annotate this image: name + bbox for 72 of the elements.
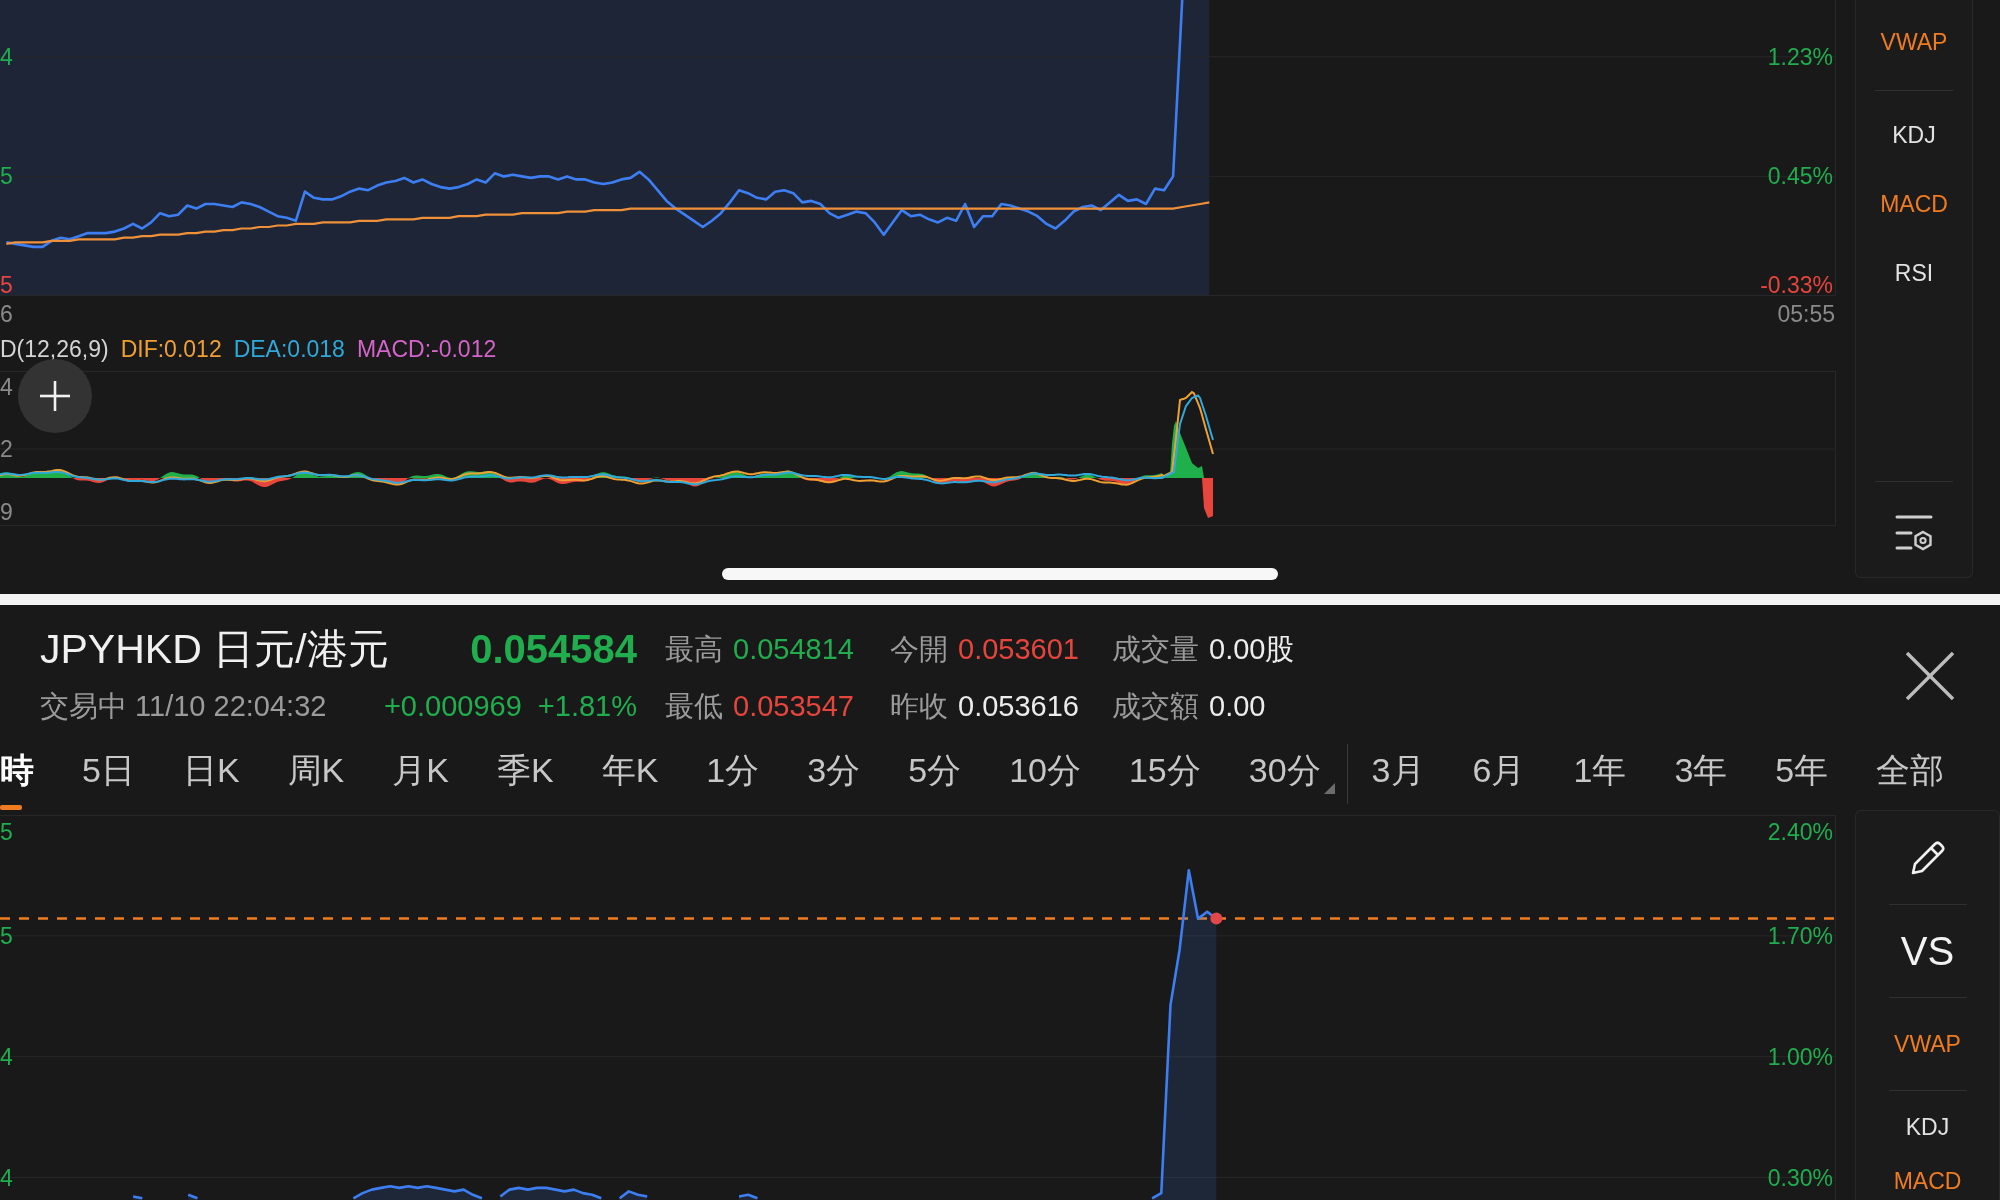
indicator-button[interactable]: MACD (1890, 1168, 1965, 1195)
indicator-button[interactable]: VWAP (1891, 1030, 1964, 1058)
pencil-icon[interactable] (1909, 839, 1946, 876)
interval-tab[interactable]: 3月 (1371, 744, 1425, 810)
axis-label: 1.23% (1767, 43, 1833, 70)
settings-icon[interactable] (1895, 515, 1933, 551)
axis-label: -0.33% (1760, 272, 1833, 298)
stat-value: 0.00 (1209, 691, 1266, 721)
legend-label: DEA:0.018 (233, 337, 345, 361)
axis-label: 05:55 (1777, 301, 1835, 327)
axis-label: 2 (0, 436, 13, 462)
axis-label: 4 (0, 374, 13, 400)
axis-label: 5 (0, 819, 13, 845)
indicator-button[interactable]: KDJ (1902, 1113, 1953, 1141)
axis-label: 1.00% (1767, 1043, 1833, 1070)
price-change: +0.000969 (383, 691, 522, 721)
indicator-button[interactable]: RSI (1891, 260, 1937, 287)
interval-tab[interactable]: 5年 (1775, 744, 1829, 810)
symbol-title: JPYHKD 日元/港元 (40, 628, 389, 670)
legend-label: D(12,26,9) (0, 337, 109, 361)
interval-tab[interactable]: 年K (601, 744, 659, 810)
indicator-button[interactable]: VWAP (1877, 28, 1951, 56)
legend-label: DIF:0.012 (120, 337, 222, 361)
stat-value: 0.053601 (958, 634, 1079, 664)
interval-tab[interactable]: 5分 (908, 744, 962, 810)
interval-tab[interactable]: 30分 (1248, 744, 1335, 810)
axis-label: 2.40% (1767, 819, 1833, 845)
interval-tab[interactable]: 10分 (1009, 744, 1081, 810)
stat-label: 今開 (890, 634, 948, 664)
compare-button[interactable]: VS (1897, 929, 1958, 973)
interval-tab[interactable]: 時 (0, 744, 34, 810)
interval-tab[interactable]: 月K (392, 744, 449, 810)
interval-tab[interactable]: 3分 (807, 744, 861, 810)
close-icon[interactable] (1905, 651, 1955, 701)
axis-label: 4 (0, 1164, 13, 1191)
axis-label: 1.70% (1767, 922, 1833, 949)
plus-icon (40, 381, 70, 411)
axis-label: 0.30% (1767, 1164, 1833, 1191)
stat-value: 0.054814 (733, 634, 854, 664)
interval-tab[interactable]: 5日 (82, 744, 135, 810)
stat-label: 成交量 (1112, 634, 1199, 664)
indicator-button[interactable]: MACD (1877, 191, 1951, 218)
interval-tab[interactable]: 季K (497, 744, 554, 810)
axis-label: 0.45% (1767, 163, 1833, 190)
axis-label: 4 (0, 43, 13, 70)
indicator-button[interactable]: KDJ (1889, 122, 1939, 149)
axis-label: 4 (0, 1043, 13, 1070)
interval-tab[interactable]: 15分 (1128, 744, 1201, 810)
last-price: 0.054584 (470, 629, 637, 669)
stat-value: 0.00股 (1209, 634, 1295, 664)
axis-label: 5 (0, 922, 13, 949)
interval-tab[interactable]: 1年 (1573, 744, 1627, 810)
interval-tab[interactable]: 全部 (1876, 744, 1945, 810)
stat-value: 0.053616 (958, 691, 1079, 721)
interval-tab[interactable]: 周K (287, 744, 345, 810)
stat-label: 最低 (665, 691, 723, 721)
dot-marker-icon (1210, 912, 1223, 925)
price-change-percent: +1.81% (537, 691, 637, 721)
axis-label: 5 (0, 163, 13, 190)
stat-value: 0.053547 (733, 691, 854, 721)
stat-label: 最高 (665, 634, 723, 664)
axis-label: 5 (0, 272, 13, 298)
axis-label: 6 (0, 301, 13, 327)
axis-label: 9 (0, 499, 13, 525)
legend-label: MACD:-0.012 (356, 337, 497, 361)
interval-tab[interactable]: 6月 (1472, 744, 1526, 810)
interval-tab[interactable]: 1分 (706, 744, 760, 810)
interval-tab[interactable]: 3年 (1674, 744, 1728, 810)
stat-label: 昨收 (890, 691, 948, 721)
trading-status: 交易中 11/10 22:04:32 (40, 691, 327, 721)
interval-tab[interactable]: 日K (182, 744, 240, 810)
stat-label: 成交額 (1112, 691, 1199, 721)
